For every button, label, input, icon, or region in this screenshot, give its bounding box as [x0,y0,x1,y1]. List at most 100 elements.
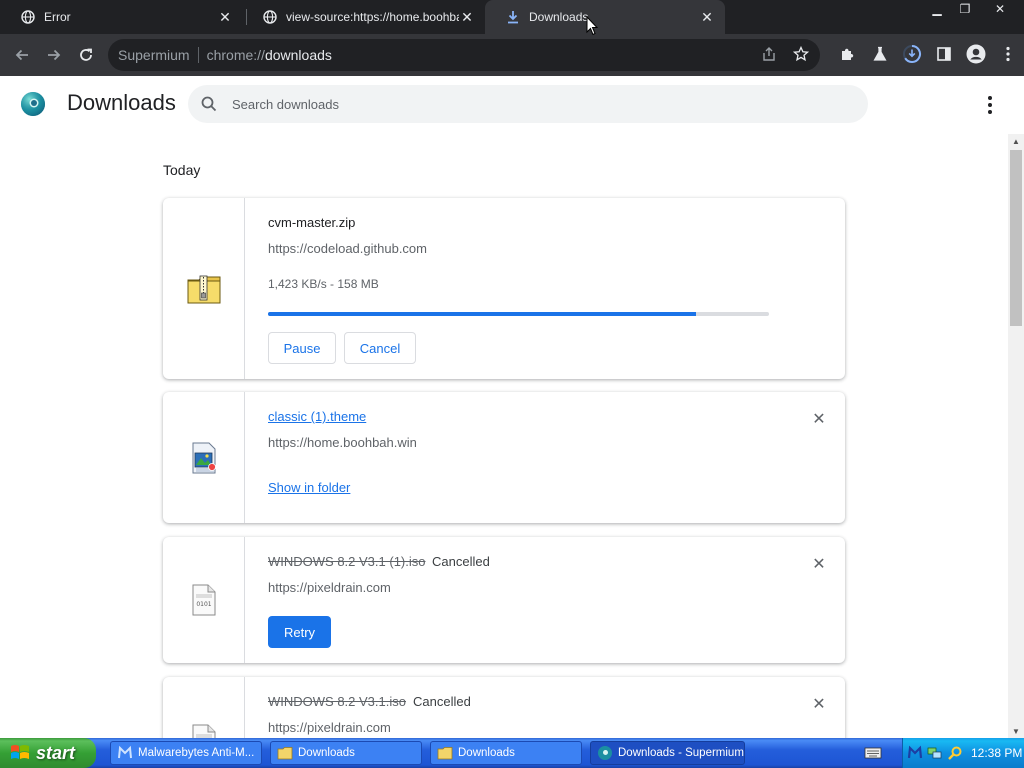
date-header: Today [163,162,201,178]
file-url: https://codeload.github.com [268,241,427,256]
remove-from-list-close-icon[interactable]: ✕ [811,411,827,428]
taskbar-item-downloads-folder[interactable]: Downloads [430,741,582,765]
dot [988,110,992,114]
download-details: WINDOWS 8.2 V3.1.iso Cancelled https://p… [268,677,845,738]
labs-flask-icon[interactable] [870,44,890,64]
search-input[interactable] [232,96,832,112]
downloads-header: Downloads [0,76,1024,134]
taskbar-item-downloads-folder[interactable]: Downloads [270,741,422,765]
tab-title: Downloads [529,10,589,24]
tab-title: Error [44,10,71,24]
bookmark-star-icon[interactable] [792,45,810,63]
taskbar-item-label: Downloads [458,747,515,759]
generic-file-icon: 0101 [192,584,215,616]
omnibox-url: chrome://downloads [207,47,332,63]
malwarebytes-tray-icon[interactable] [907,745,923,761]
pause-button[interactable]: Pause [268,332,336,364]
tab-view-source[interactable]: view-source:https://home.boohbah ✕ [242,0,485,34]
windows-flag-icon [11,745,29,759]
download-icon [505,9,521,25]
dot [988,103,992,107]
progress-bar [268,312,769,316]
side-panel-icon[interactable] [934,44,954,64]
download-status: Cancelled [432,554,490,569]
globe-icon [262,9,278,25]
supermium-logo-icon [20,91,46,117]
start-button[interactable]: start [0,738,96,768]
reload-icon [80,48,92,61]
network-icon[interactable] [927,745,943,761]
taskbar-item-supermium[interactable]: Downloads - Supermium [590,741,745,765]
svg-text:0101: 0101 [196,601,211,608]
address-bar[interactable]: Supermium chrome://downloads [108,39,820,71]
arrow-left-icon [15,49,28,61]
taskbar-clock: 12:38 PM [971,746,1023,760]
theme-file-icon [192,442,216,473]
scroll-thumb[interactable] [1010,150,1022,326]
page-scrollbar[interactable]: ▲ ▼ [1008,134,1024,738]
file-icon-column [163,198,245,379]
scroll-up-arrow-icon[interactable]: ▲ [1008,134,1024,148]
tab-title: view-source:https://home.boohbah [286,10,459,24]
taskbar-item-label: Malwarebytes Anti-M... [138,747,255,759]
search-box[interactable] [188,85,868,123]
taskbar-item-malwarebytes[interactable]: Malwarebytes Anti-M... [110,741,262,765]
remove-from-list-close-icon[interactable]: ✕ [811,556,827,573]
download-details: WINDOWS 8.2 V3.1 (1).iso Cancelled https… [268,537,845,663]
close-icon[interactable]: ✕ [217,9,233,25]
file-icon-column: 0101 [163,537,245,663]
omnibox-brand: Supermium [118,47,190,63]
file-url: https://pixeldrain.com [268,720,391,735]
download-item: cvm-master.zip https://codeload.github.c… [163,198,845,379]
browser-window: { "tabs": [ {"title": "Error", "icon": "… [0,0,1024,768]
url-path: downloads [264,47,332,63]
file-name-cancelled: WINDOWS 8.2 V3.1 (1).iso [268,554,426,569]
generic-file-icon [192,724,215,738]
download-item: 0101 WINDOWS 8.2 V3.1 (1).iso Cancelled … [163,537,845,663]
close-window-button[interactable]: ✕ [980,0,1020,18]
more-actions-button[interactable] [982,96,998,114]
share-icon[interactable] [760,45,778,63]
minimize-button[interactable]: ▁ [924,0,950,18]
profile-avatar-icon[interactable] [966,44,986,64]
downloads-list: Today cvm-master.zip https://codeload.gi… [0,134,1008,738]
close-icon[interactable]: ✕ [459,9,475,25]
window-controls: ▁ ❐ ✕ [924,0,1020,20]
folder-icon [277,747,293,760]
download-details: classic (1).theme https://home.boohbah.w… [268,392,845,523]
mouse-cursor-icon [586,16,598,36]
file-icon-column [163,677,245,738]
file-name-link[interactable]: classic (1).theme [268,409,366,424]
file-name-cancelled: WINDOWS 8.2 V3.1.iso [268,694,406,709]
keyboard-icon[interactable] [864,746,882,760]
zip-file-icon [187,275,220,303]
search-tray-icon[interactable] [947,745,963,761]
system-tray: 12:38 PM [902,738,1024,768]
forward-button[interactable] [41,42,67,68]
restore-button[interactable]: ❐ [952,0,978,18]
remove-from-list-close-icon[interactable]: ✕ [811,696,827,713]
dot [988,96,992,100]
download-status: Cancelled [413,694,471,709]
start-label: start [36,742,76,763]
reload-button[interactable] [73,42,99,68]
show-in-folder-link[interactable]: Show in folder [268,480,350,495]
page-title: Downloads [67,90,176,115]
supermium-icon [598,746,612,760]
tab-downloads[interactable]: Downloads ✕ [485,0,725,34]
extensions-puzzle-icon[interactable] [838,44,858,64]
close-icon[interactable]: ✕ [699,9,715,25]
scroll-down-arrow-icon[interactable]: ▼ [1008,724,1024,738]
tab-error[interactable]: Error ✕ [0,0,243,34]
cancel-button[interactable]: Cancel [344,332,416,364]
search-icon [201,96,217,112]
taskbar-item-label: Downloads - Supermium [618,747,744,759]
file-url: https://pixeldrain.com [268,580,391,595]
tab-strip: Error ✕ view-source:https://home.boohbah… [0,0,1024,34]
taskbar-item-label: Downloads [298,747,355,759]
downloads-progress-icon[interactable] [902,44,922,64]
retry-button[interactable]: Retry [268,616,331,648]
browser-menu-icon[interactable] [998,44,1018,64]
back-button[interactable] [9,42,35,68]
folder-icon [437,747,453,760]
